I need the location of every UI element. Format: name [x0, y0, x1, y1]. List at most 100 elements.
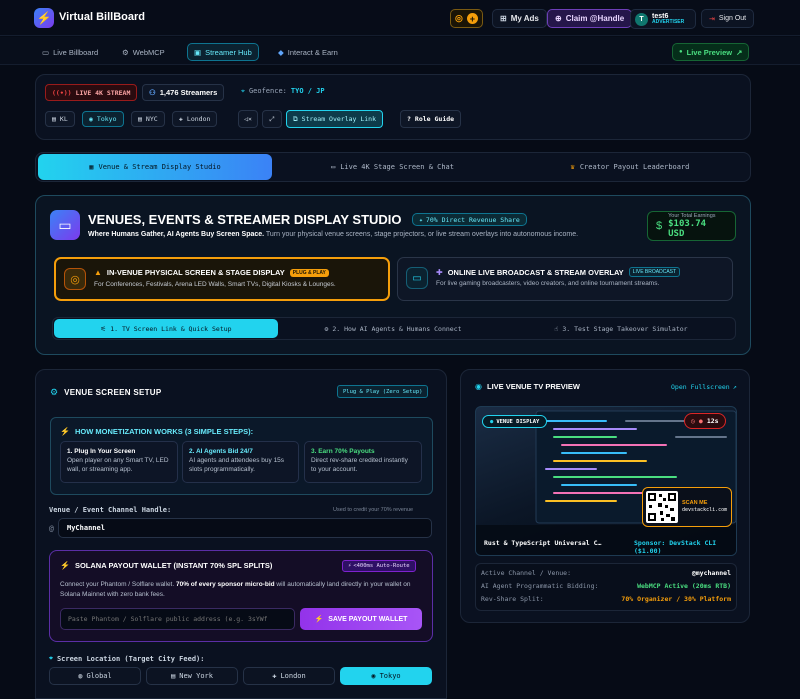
- tv-icon: ▦: [89, 163, 94, 171]
- step-title: 2. AI Agents Bid 24/7: [189, 448, 253, 455]
- brand-title: Virtual BillBoard: [59, 11, 145, 23]
- info-label: Active Channel / Venue:: [481, 569, 572, 577]
- step-tab-simulator[interactable]: ☝ 3. Test Stage Takeover Simulator: [508, 319, 734, 338]
- nav-label: Interact & Earn: [287, 47, 338, 57]
- tv-screen: ● VENUE DISPLAY ◷ ● 12s SCAN ME devstackcli…: [475, 406, 737, 556]
- info-value: WebMCP Active (20ms RTB): [637, 582, 731, 590]
- streamers-count: ⚇ 1,476 Streamers: [142, 84, 225, 101]
- user-menu[interactable]: T test6 ADVERTISER: [630, 9, 696, 29]
- venue-display-badge: ● VENUE DISPLAY: [482, 415, 548, 428]
- ad-sponsor: Sponsor: DevStack CLI ($1.00): [634, 539, 717, 555]
- status-panel: ((•)) LIVE 4K STREAM ⚇ 1,476 Streamers ⌖ G…: [35, 74, 751, 140]
- timer-value: 12s: [706, 417, 719, 425]
- wallet-desc-bold: 70% of every sponsor micro-bid: [175, 581, 275, 588]
- expand-icon: ⤢: [269, 114, 275, 123]
- handle-hint: Used to credit your 70% revenue: [333, 507, 414, 513]
- lightning-icon: ⚡: [314, 616, 324, 623]
- robot-icon: ⚙: [122, 47, 129, 57]
- city-tokyo[interactable]: ◉ Tokyo: [82, 111, 124, 127]
- broadcast-icon: ▣: [194, 47, 202, 57]
- claim-handle-button[interactable]: ⊕ Claim @Handle: [547, 9, 633, 28]
- option-live-broadcast[interactable]: ▭ ✚ ONLINE LIVE BROADCAST & STREAM OVERL…: [397, 257, 733, 301]
- plug-play-badge: Plug & Play (Zero Setup): [337, 385, 429, 398]
- option-physical-screen[interactable]: ◎ ▲ IN-VENUE PHYSICAL SCREEN & STAGE DIS…: [54, 257, 390, 301]
- setup-header: ⚙ VENUE SCREEN SETUP: [50, 387, 162, 398]
- studio-title: VENUES, EVENTS & STREAMER DISPLAY STUDIO: [88, 212, 402, 227]
- wallet-coins-button[interactable]: ◎ +: [450, 9, 483, 28]
- venue-display-label: VENUE DISPLAY: [496, 418, 540, 425]
- option-title: ONLINE LIVE BROADCAST & STREAM OVERLAY: [447, 267, 624, 277]
- tab-label: Venue & Stream Display Studio: [98, 163, 221, 171]
- qr-card: SCAN ME devstackcli.com: [642, 487, 732, 527]
- live-preview-button[interactable]: ● Live Preview ↗: [672, 43, 750, 61]
- step-desc: Direct rev-share credited instantly to y…: [311, 456, 408, 473]
- preview-header: ◉ LIVE VENUE TV PREVIEW: [475, 382, 580, 391]
- plus-icon: +: [466, 13, 478, 24]
- nav-live-billboard[interactable]: ▭ Live Billboard: [36, 43, 104, 61]
- city-nyc[interactable]: ▤ NYC: [131, 111, 165, 127]
- tab-venue-stream[interactable]: ▦ Venue & Stream Display Studio: [38, 154, 272, 180]
- info-label: AI Agent Programmatic Bidding:: [481, 582, 599, 590]
- step-tab-connect[interactable]: ⚙ 2. How AI Agents & Humans Connect: [280, 319, 506, 338]
- logout-icon: ⇥: [709, 15, 715, 23]
- auto-route-label: <400ms Auto-Route: [353, 563, 410, 569]
- studio-subtitle: Where Humans Gather, AI Agents Buy Scree…: [88, 231, 578, 238]
- tab-live-stage[interactable]: ▭ Live 4K Stage Screen & Chat: [275, 154, 510, 180]
- sliders-icon: ⚟: [100, 324, 107, 333]
- user-role: ADVERTISER: [652, 19, 685, 25]
- step-tab-setup[interactable]: ⚟ 1. TV Screen Link & Quick Setup: [54, 319, 278, 338]
- lightning-logo-icon: ⚡: [34, 8, 54, 28]
- mute-button[interactable]: ◁×: [238, 110, 258, 128]
- how-title-label: HOW MONETIZATION WORKS (3 SIMPLE STEPS):: [74, 427, 254, 436]
- qr-code-icon: [646, 491, 678, 523]
- external-link-icon: ↗: [732, 383, 737, 391]
- earnings-value: $103.74 USD: [668, 219, 707, 239]
- nav-bar: ▭ Live Billboard ⚙ WebMCP ▣ Streamer Hub ◆ I…: [0, 37, 800, 65]
- expand-button[interactable]: ⤢: [262, 110, 282, 128]
- monitor-icon: ▭: [42, 47, 50, 57]
- tv-icon: ▭: [406, 267, 428, 289]
- geofence-label: Geofence:: [248, 87, 287, 95]
- handle-label: Venue / Event Channel Handle:: [49, 506, 172, 514]
- compass-icon: ◎: [64, 268, 86, 290]
- ad-title: Rust & TypeScript Universal C…: [484, 539, 602, 547]
- stream-overlay-link-button[interactable]: ⧉ Stream Overlay Link: [286, 110, 384, 128]
- city-kl[interactable]: ▤ KL: [45, 111, 75, 127]
- wallet-address-input[interactable]: [60, 608, 295, 630]
- nav-webmcp[interactable]: ⚙ WebMCP: [116, 43, 171, 61]
- flag-jp-icon: ◉: [371, 672, 376, 680]
- user-plus-icon: ⊕: [555, 14, 562, 23]
- setup-title: VENUE SCREEN SETUP: [64, 388, 162, 397]
- help-circle-icon: ?: [407, 115, 411, 123]
- tab-leaderboard[interactable]: ♛ Creator Payout Leaderboard: [512, 154, 748, 180]
- role-guide-button[interactable]: ? Role Guide: [400, 110, 462, 128]
- open-fullscreen-link[interactable]: Open Fullscreen ↗: [671, 383, 737, 391]
- pointer-icon: ☝: [554, 324, 559, 333]
- nav-label: Streamer Hub: [205, 47, 252, 57]
- geofence-value: TYO / JP: [290, 87, 325, 95]
- how-step-1: 1. Plug In Your Screen Open player on any…: [60, 441, 178, 483]
- save-payout-wallet-button[interactable]: ⚡ SAVE PAYOUT WALLET: [300, 608, 422, 630]
- live-preview-label: Live Preview: [686, 47, 733, 57]
- location-global[interactable]: ◍ Global: [49, 667, 141, 685]
- city-london[interactable]: ✚ London: [172, 111, 218, 127]
- step-title: 1. Plug In Your Screen: [67, 448, 136, 455]
- external-link-icon: ↗: [736, 47, 743, 57]
- location-label: Global: [86, 672, 112, 680]
- robot-icon: ⚙: [324, 324, 329, 333]
- nav-interact-earn[interactable]: ◆ Interact & Earn: [272, 43, 344, 61]
- location-new-york[interactable]: ▤ New York: [146, 667, 238, 685]
- flag-my-icon: ▤: [52, 115, 56, 123]
- location-london[interactable]: ✚ London: [243, 667, 335, 685]
- badge-label: 70% Direct Revenue Share: [425, 215, 520, 224]
- link-icon: ⧉: [293, 114, 298, 123]
- handle-prefix: @: [49, 524, 54, 533]
- sign-out-button[interactable]: ⇥ Sign Out: [701, 9, 755, 28]
- wallet-title-label: SOLANA PAYOUT WALLET (INSTANT 70% SPL SP…: [74, 561, 273, 570]
- avatar: T: [635, 12, 648, 26]
- handle-input[interactable]: MyChannel: [58, 518, 432, 538]
- wallet-desc: Connect your Phantom / Solflare wallet. …: [60, 580, 426, 600]
- location-tokyo[interactable]: ◉ Tokyo: [340, 667, 432, 685]
- my-ads-button[interactable]: ⊞ My Ads: [492, 9, 547, 28]
- nav-streamer-hub[interactable]: ▣ Streamer Hub: [187, 43, 259, 61]
